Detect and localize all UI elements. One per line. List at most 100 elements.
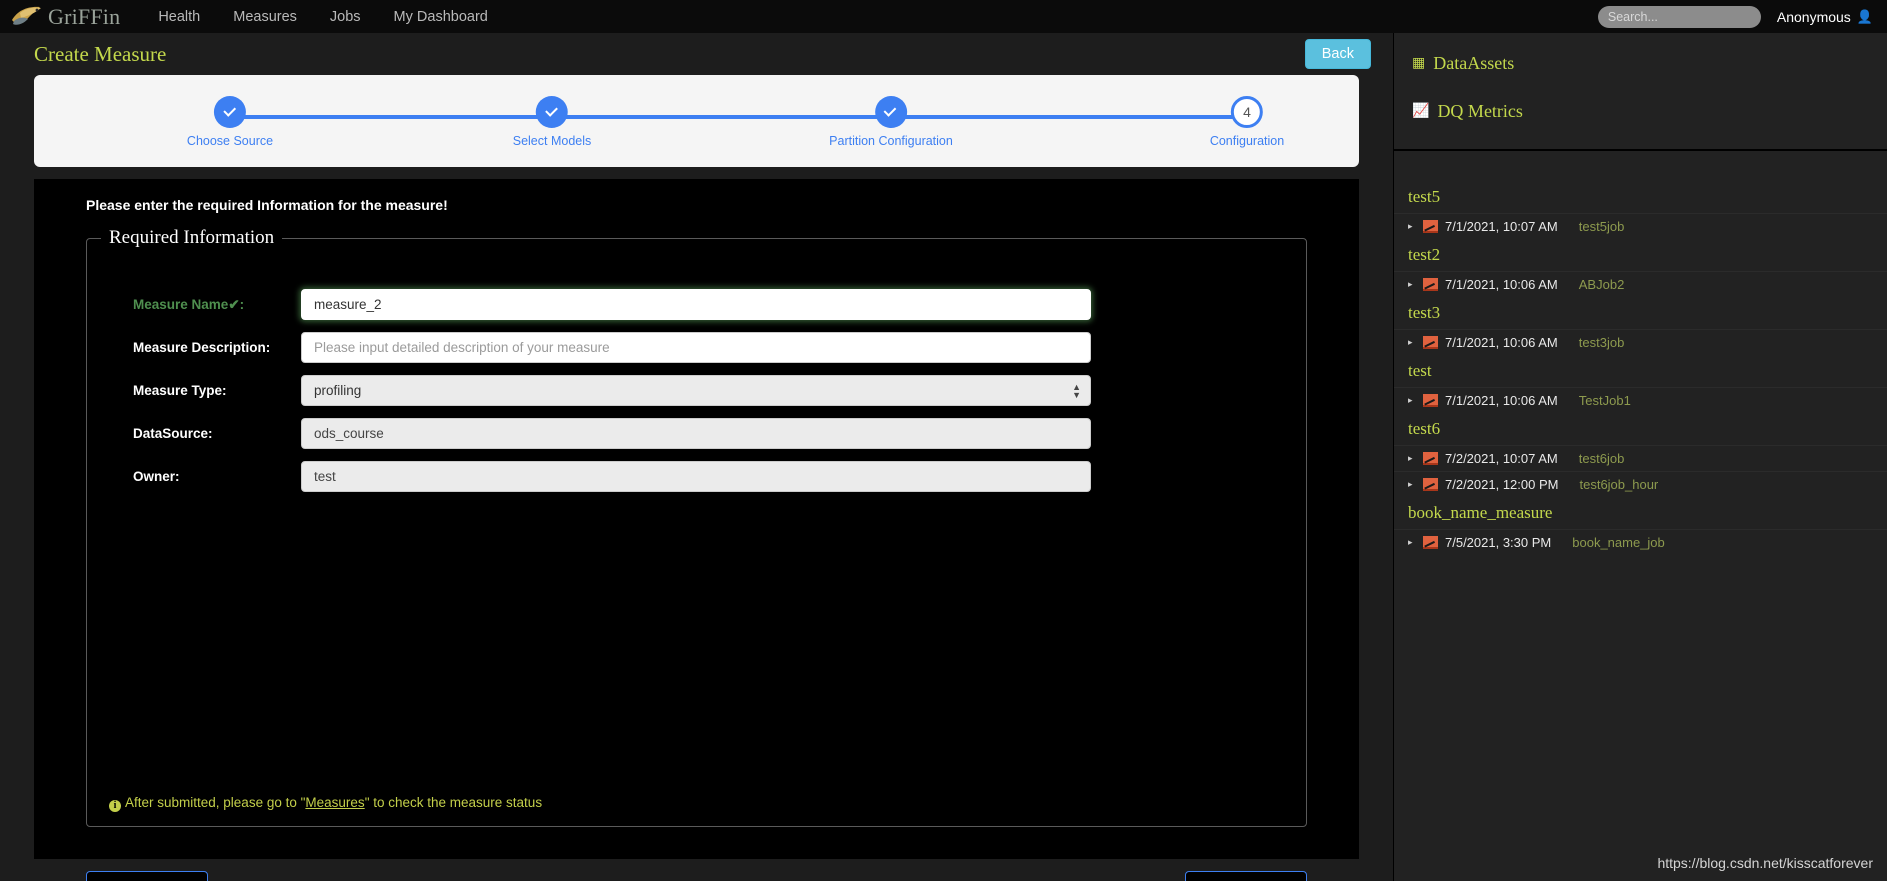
watermark: https://blog.csdn.net/kisscatforever — [1657, 855, 1873, 871]
step-1-label: Choose Source — [186, 134, 274, 148]
nav-links: Health Measures Jobs My Dashboard — [158, 9, 488, 25]
griffin-logo-icon — [10, 4, 44, 30]
measure-description-input[interactable] — [301, 332, 1091, 363]
measure-name-input[interactable] — [301, 289, 1091, 320]
submit-button[interactable]: Submit — [1185, 871, 1307, 881]
datasource-input[interactable] — [301, 418, 1091, 449]
sidebar-item-dq-metrics-label: DQ Metrics — [1437, 101, 1523, 121]
tree-row-date: 7/1/2021, 10:07 AM — [1445, 219, 1558, 234]
tree-row-job: book_name_job — [1572, 535, 1665, 550]
tree-group-label: test2 — [1408, 245, 1441, 264]
sidebar-nav: ▦ DataAssets 📈 DQ Metrics — [1394, 33, 1887, 122]
metric-chart-icon — [1423, 220, 1438, 233]
table-row[interactable]: ▸ 7/1/2021, 10:06 AM ABJob2 — [1394, 271, 1887, 297]
step-configuration[interactable]: 4 Configuration — [1210, 96, 1284, 148]
info-icon: i — [109, 800, 121, 812]
stepper-card: Choose Source Select Models Partition Co… — [34, 75, 1359, 167]
body: Create Measure Back Choose Source Select… — [0, 33, 1887, 881]
nav-link-measures[interactable]: Measures — [233, 9, 297, 25]
chevron-right-icon[interactable]: ▸ — [1408, 396, 1416, 405]
page-header: Create Measure Back — [0, 33, 1393, 75]
tree-group-label: book_name_measure — [1408, 503, 1553, 522]
measure-description-label: Measure Description: — [133, 340, 271, 355]
table-row[interactable]: ▸ 7/2/2021, 10:07 AM test6job — [1394, 445, 1887, 471]
nav-link-jobs[interactable]: Jobs — [330, 9, 361, 25]
table-row[interactable]: ▸ 7/2/2021, 12:00 PM test6job_hour — [1394, 471, 1887, 497]
chevron-right-icon[interactable]: ▸ — [1408, 454, 1416, 463]
metric-chart-icon — [1423, 536, 1438, 549]
sidebar-item-dq-metrics[interactable]: 📈 DQ Metrics — [1412, 101, 1887, 122]
tree-row-job: test5job — [1578, 219, 1625, 234]
measure-name-label: Measure Name✔: — [133, 296, 245, 312]
tree-row-date: 7/1/2021, 10:06 AM — [1445, 335, 1558, 350]
back-button-top[interactable]: Back — [1304, 39, 1371, 69]
brand[interactable]: GriFFin — [10, 4, 120, 30]
stepper-progress-line — [230, 115, 1253, 119]
tree-row-job: test6job — [1578, 451, 1625, 466]
back-button-bottom[interactable]: ◐Back — [86, 871, 208, 881]
datasource-label: DataSource: — [133, 426, 213, 441]
form-row-measure-name: Measure Name✔: — [87, 289, 1306, 320]
tree-row-date: 7/2/2021, 12:00 PM — [1445, 477, 1559, 492]
tree-group-label: test — [1408, 361, 1432, 380]
step-partition-configuration[interactable]: Partition Configuration — [829, 96, 953, 148]
measure-type-select[interactable]: profiling — [301, 375, 1091, 406]
owner-label: Owner: — [133, 469, 180, 484]
step-2-label: Select Models — [512, 134, 592, 148]
step-choose-source[interactable]: Choose Source — [187, 96, 273, 148]
chevron-right-icon[interactable]: ▸ — [1408, 338, 1416, 347]
metric-chart-icon — [1423, 394, 1438, 407]
chevron-right-icon[interactable]: ▸ — [1408, 538, 1416, 547]
sidebar-item-dataassets[interactable]: ▦ DataAssets — [1412, 53, 1887, 74]
step-1-circle — [213, 96, 246, 128]
form-footer: ◐Back Submit — [86, 871, 1307, 881]
line-chart-icon: 📈 — [1412, 104, 1430, 119]
measures-link[interactable]: Measures — [305, 795, 364, 810]
main-content: Create Measure Back Choose Source Select… — [0, 33, 1393, 881]
chevron-right-icon[interactable]: ▸ — [1408, 480, 1416, 489]
top-navbar: GriFFin Health Measures Jobs My Dashboar… — [0, 0, 1887, 33]
brand-text: GriFFin — [48, 3, 121, 29]
form-row-measure-description: Measure Description: — [87, 332, 1306, 363]
tree-row-job: ABJob2 — [1578, 277, 1625, 292]
search-input[interactable] — [1597, 5, 1761, 28]
required-information-legend: Required Information — [109, 227, 275, 248]
metric-chart-icon — [1423, 452, 1438, 465]
step-4-circle: 4 — [1230, 96, 1263, 128]
sidebar-item-dataassets-label: DataAssets — [1433, 53, 1515, 73]
tree-row-job: test6job_hour — [1579, 477, 1659, 492]
required-information-fieldset: Required Information Measure Name✔: Meas… — [86, 227, 1307, 827]
tree-row-job: test3job — [1578, 335, 1625, 350]
form-row-measure-type: Measure Type: profiling ▲ ▼ — [87, 375, 1306, 406]
user-menu[interactable]: Anonymous 👤 — [1777, 9, 1873, 25]
owner-input[interactable] — [301, 461, 1091, 492]
measure-type-label: Measure Type: — [133, 383, 227, 398]
submit-note-suffix: " to check the measure status — [364, 795, 543, 810]
navbar-right: Anonymous 👤 — [1597, 5, 1873, 28]
user-icon: 👤 — [1856, 8, 1873, 24]
form-rows: Measure Name✔: Measure Description: Meas… — [87, 253, 1306, 492]
table-grid-icon: ▦ — [1412, 56, 1426, 71]
nav-link-my-dashboard[interactable]: My Dashboard — [394, 9, 488, 25]
form-hint: Please enter the required Information fo… — [86, 197, 448, 213]
page-title: Create Measure — [34, 41, 167, 66]
nav-link-health[interactable]: Health — [158, 9, 200, 25]
tree-group-label: test5 — [1408, 187, 1441, 206]
tree-row-date: 7/1/2021, 10:06 AM — [1445, 393, 1558, 408]
valid-check-icon: ✔: — [228, 296, 245, 312]
table-row[interactable]: ▸ 7/1/2021, 10:06 AM test3job — [1394, 329, 1887, 355]
chevron-right-icon[interactable]: ▸ — [1408, 222, 1416, 231]
table-row[interactable]: ▸ 7/1/2021, 10:06 AM TestJob1 — [1394, 387, 1887, 413]
form-row-datasource: DataSource: — [87, 418, 1306, 449]
measure-type-select-wrap: profiling ▲ ▼ — [301, 375, 1091, 406]
submit-note: i After submitted, please go to "Measures… — [109, 795, 542, 812]
user-name: Anonymous — [1776, 8, 1851, 25]
metrics-tree: test5 ▸ 7/1/2021, 10:07 AM test5job test… — [1394, 151, 1887, 555]
step-select-models[interactable]: Select Models — [512, 96, 592, 148]
table-row[interactable]: ▸ 7/5/2021, 3:30 PM book_name_job — [1394, 529, 1887, 555]
chevron-right-icon[interactable]: ▸ — [1408, 280, 1416, 289]
form-panel: Please enter the required Information fo… — [34, 179, 1359, 881]
step-3-label: Partition Configuration — [829, 134, 953, 148]
table-row[interactable]: ▸ 7/1/2021, 10:07 AM test5job — [1394, 213, 1887, 239]
step-4-label: Configuration — [1209, 134, 1285, 148]
